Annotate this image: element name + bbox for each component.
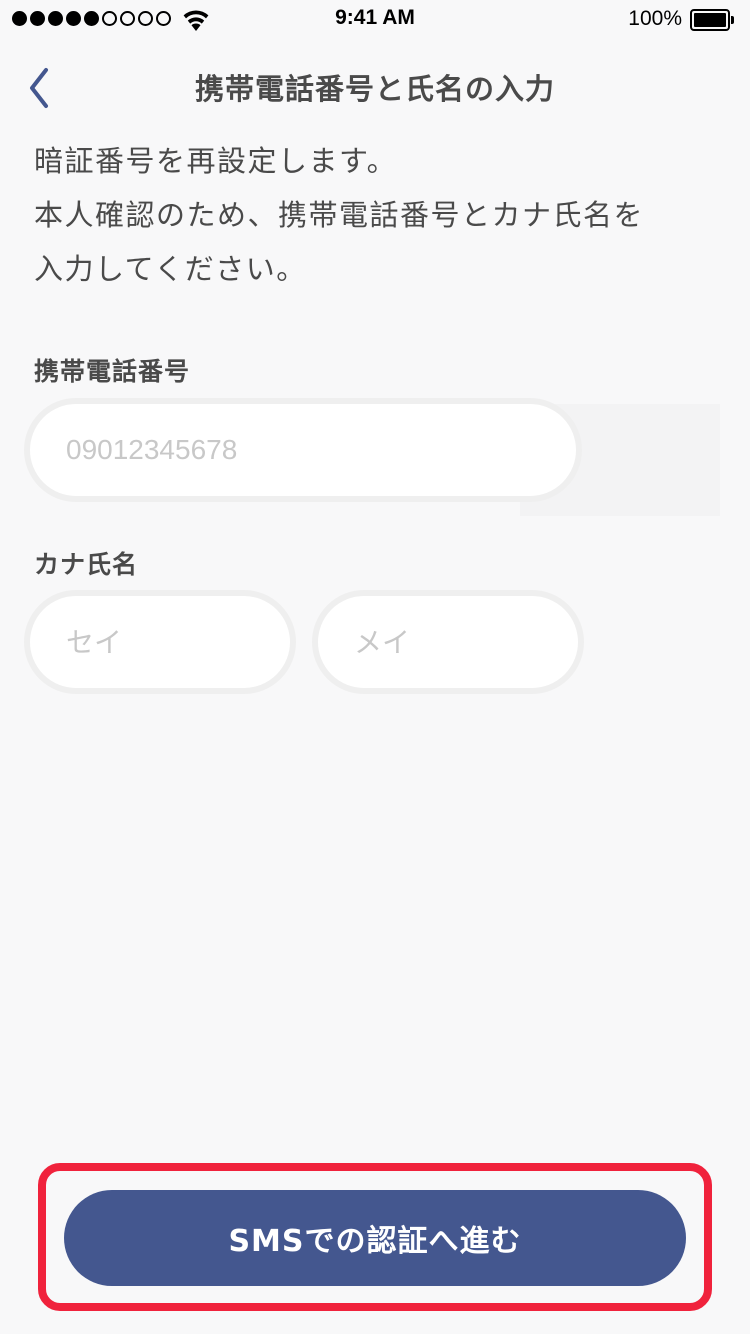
- battery-body: [690, 9, 730, 31]
- battery-icon: [690, 9, 734, 31]
- intro-text: 暗証番号を再設定します。 本人確認のため、携帯電話番号とカナ氏名を 入力してくだ…: [34, 134, 724, 296]
- intro-line: 入力してください。: [34, 252, 307, 286]
- intro-line: 暗証番号を再設定します。: [34, 144, 398, 178]
- battery-fill: [694, 13, 726, 27]
- mei-input[interactable]: [318, 596, 578, 688]
- page-title: 携帯電話番号と氏名の入力: [194, 72, 555, 106]
- battery-cap: [731, 16, 734, 24]
- phone-field-container: [24, 398, 582, 502]
- battery-percentage: 100%: [628, 7, 682, 30]
- mei-field-container: [312, 590, 584, 694]
- phone-input[interactable]: [30, 404, 576, 496]
- status-bar: 9:41 AM 100%: [0, 0, 750, 40]
- navigation-bar: 携帯電話番号と氏名の入力: [0, 48, 750, 118]
- sei-field-container: [24, 590, 296, 694]
- intro-line: 本人確認のため、携帯電話番号とカナ氏名を: [34, 198, 645, 232]
- sei-input[interactable]: [30, 596, 290, 688]
- kana-name-label: カナ氏名: [34, 550, 139, 579]
- phone-label: 携帯電話番号: [34, 357, 191, 386]
- sms-verification-button[interactable]: SMSでの認証へ進む: [64, 1190, 686, 1286]
